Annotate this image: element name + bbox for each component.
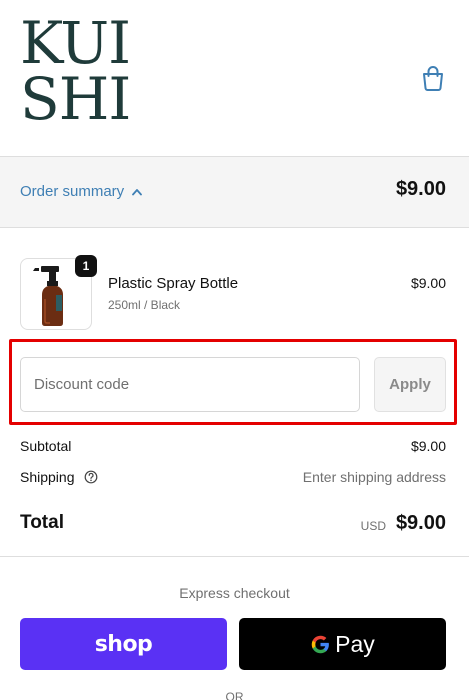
product-variant: 250ml / Black [108, 298, 181, 312]
discount-code-input[interactable] [20, 357, 360, 412]
shopping-bag-icon [423, 66, 443, 91]
logo-line-2: SHI [20, 65, 131, 133]
subtotal-row: Subtotal $9.00 [20, 438, 446, 454]
site-header: KUI SHI [0, 0, 469, 156]
logo-line-1: KUI [20, 9, 131, 77]
help-circle-icon[interactable] [84, 470, 98, 484]
shipping-label: Shipping [20, 469, 75, 485]
express-checkout-label: Express checkout [179, 585, 290, 601]
line-item: 1 Plastic Spray Bottle 250ml / Black $9.… [20, 255, 446, 330]
brand-logo[interactable]: KUI SHI [20, 9, 132, 133]
order-summary-toggle[interactable]: Order summary [20, 183, 143, 200]
apply-discount-button[interactable]: Apply [374, 357, 446, 412]
total-label: Total [20, 512, 64, 533]
google-g-icon [311, 635, 330, 653]
product-name: Plastic Spray Bottle [108, 275, 239, 292]
subtotal-value: $9.00 [410, 438, 446, 454]
section-divider [0, 556, 469, 557]
google-pay-label: Pay [335, 630, 375, 657]
product-thumbnail: 1 [20, 255, 97, 330]
subtotal-label: Subtotal [20, 438, 72, 454]
shop-pay-button[interactable]: shop [20, 618, 227, 670]
order-summary-label: Order summary [20, 183, 125, 200]
google-pay-button[interactable]: Pay [239, 618, 446, 670]
cart-button[interactable] [420, 64, 446, 92]
total-value: $9.00 [395, 512, 446, 534]
shipping-value: Enter shipping address [302, 469, 446, 485]
quantity-badge: 1 [75, 255, 97, 277]
total-currency: USD [360, 519, 386, 533]
chevron-up-icon [132, 188, 143, 195]
or-divider-label: OR [225, 690, 244, 700]
order-summary-total: $9.00 [395, 178, 446, 200]
shipping-row: Shipping Enter shipping address [20, 469, 446, 485]
product-price: $9.00 [410, 275, 446, 291]
total-row: Total USD $9.00 [20, 512, 446, 538]
order-summary-bar: Order summary $9.00 [0, 156, 469, 228]
